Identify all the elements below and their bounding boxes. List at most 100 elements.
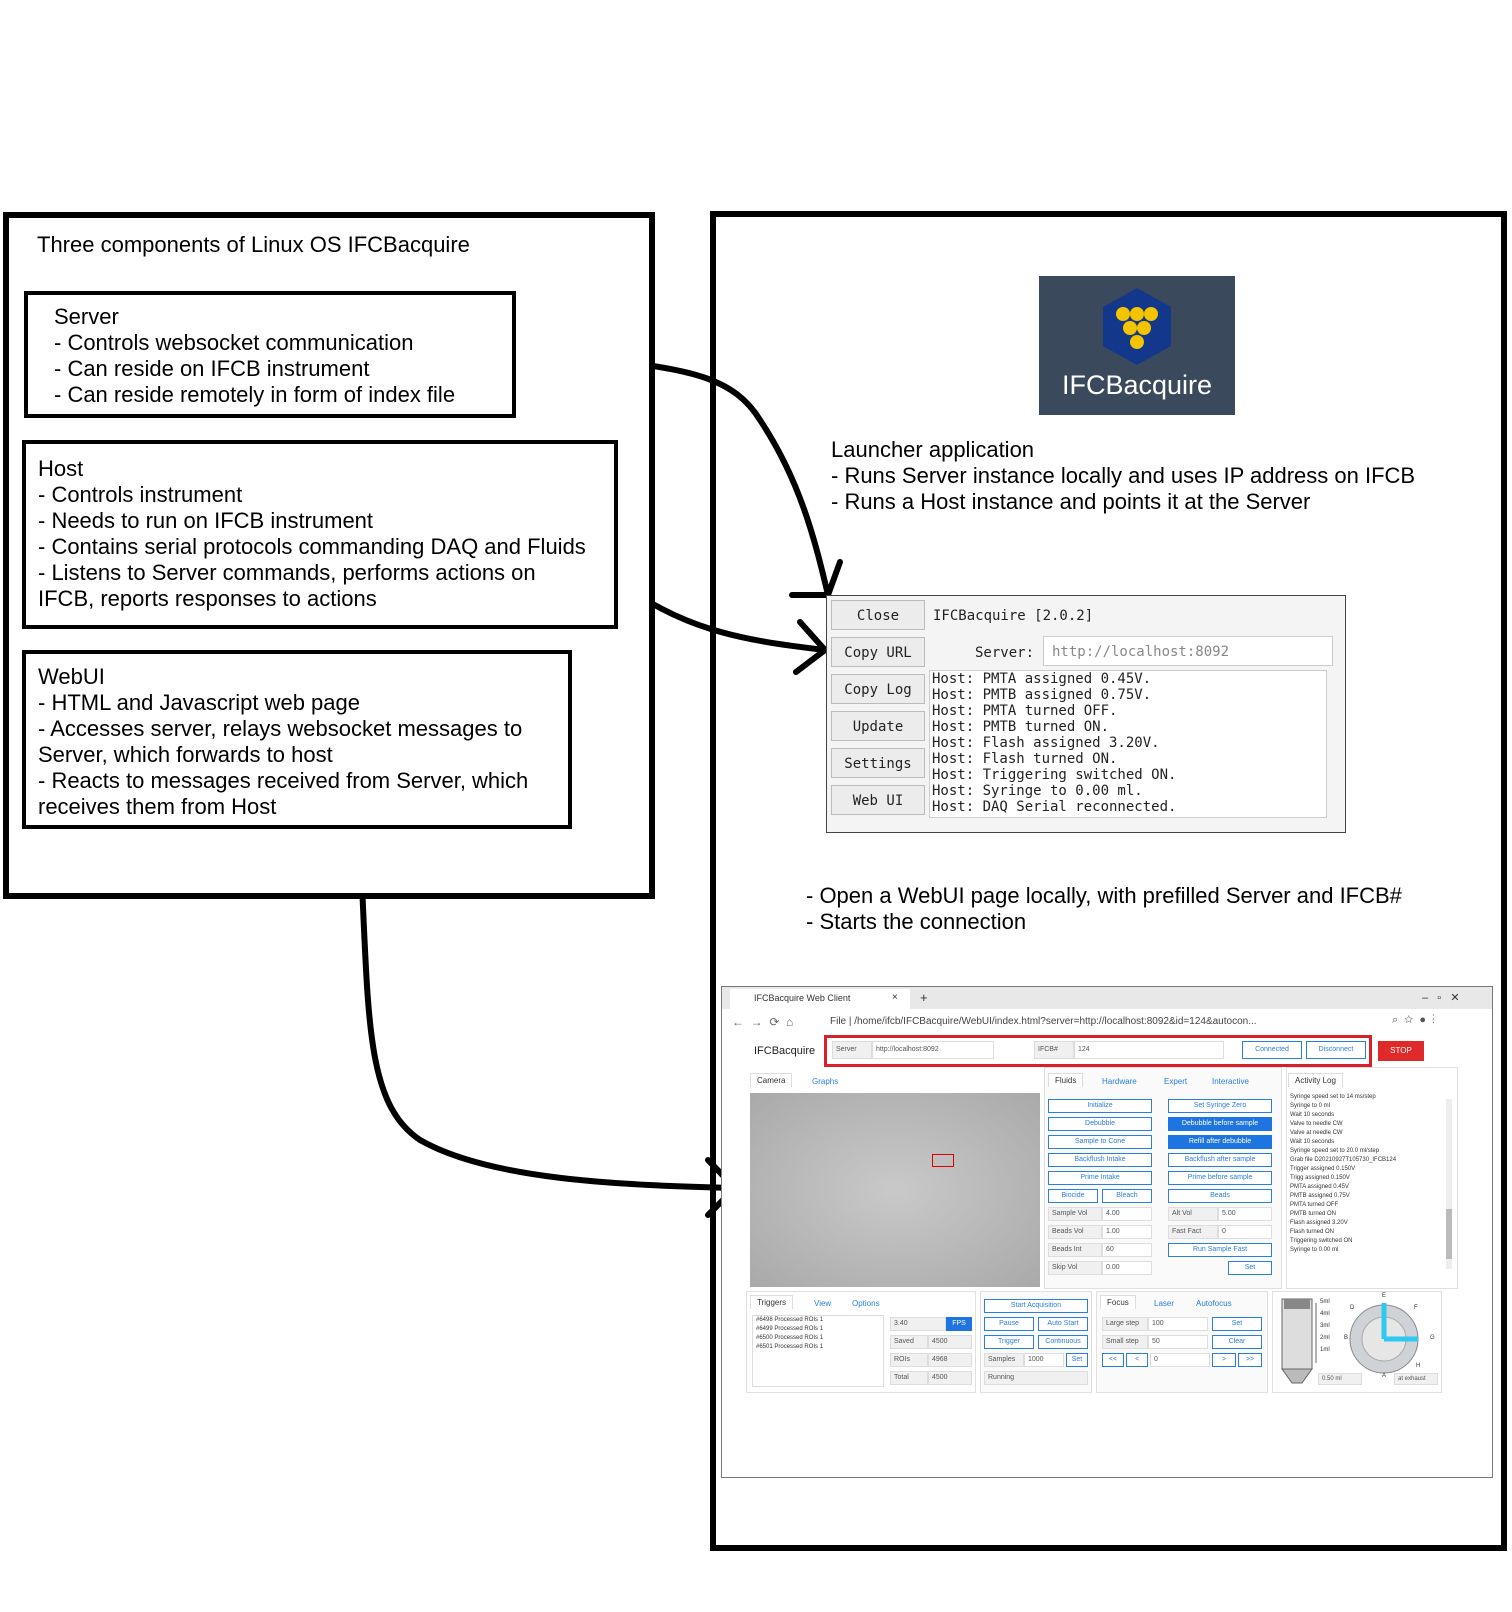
prime-intake-button[interactable]: Prime Intake	[1048, 1171, 1152, 1185]
initialize-button[interactable]: Initialize	[1048, 1099, 1152, 1113]
auto-start-button[interactable]: Auto Start	[1038, 1317, 1088, 1331]
focus-forward-button[interactable]: >	[1212, 1353, 1236, 1367]
alt-vol-input[interactable]: 5.00	[1218, 1207, 1272, 1221]
connected-button[interactable]: Connected	[1242, 1041, 1302, 1059]
tab-close-icon[interactable]: ×	[892, 992, 898, 1003]
bleach-button[interactable]: Bleach	[1102, 1189, 1152, 1203]
nav-arrows-icon[interactable]: ← → ⟳ ⌂	[732, 1015, 793, 1029]
fps-button[interactable]: FPS	[946, 1317, 972, 1331]
tab-camera[interactable]: Camera	[750, 1073, 793, 1087]
host-item: - Controls instrument	[38, 482, 243, 507]
address-bar[interactable]: File | /home/ifcb/IFCBacquire/WebUI/inde…	[830, 1014, 1390, 1030]
samples-set-button[interactable]: Set	[1066, 1353, 1088, 1367]
syringe-scale-label: 3ml	[1320, 1323, 1330, 1329]
small-step-input[interactable]: 50	[1148, 1335, 1208, 1349]
activity-scrollbar[interactable]	[1446, 1099, 1452, 1269]
tab-interactive[interactable]: Interactive	[1212, 1077, 1249, 1086]
ifcb-input[interactable]: 124	[1074, 1041, 1224, 1059]
log-line: Host: Triggering switched ON.	[932, 767, 1177, 783]
backflush-after-sample-toggle[interactable]: Backflush after sample	[1168, 1153, 1272, 1167]
disconnect-button[interactable]: Disconnect	[1306, 1041, 1366, 1059]
server-label-field: Server	[832, 1041, 872, 1059]
prime-before-sample-toggle[interactable]: Prime before sample	[1168, 1171, 1272, 1185]
trigger-row: #6498 Processed ROIs 1	[756, 1317, 824, 1323]
tab-activity-log[interactable]: Activity Log	[1288, 1073, 1343, 1087]
activity-line: Valve at needle CW	[1290, 1130, 1343, 1136]
stop-button[interactable]: STOP	[1378, 1041, 1424, 1061]
fast-fact-input[interactable]: 0	[1218, 1225, 1272, 1239]
activity-log: Syringe speed set to 14 ms/step Syringe …	[1290, 1093, 1442, 1283]
samples-label: Samples	[984, 1353, 1024, 1367]
tab-triggers[interactable]: Triggers	[750, 1295, 794, 1309]
clear-button[interactable]: Clear	[1212, 1335, 1262, 1349]
set-syringe-zero-button[interactable]: Set Syringe Zero	[1168, 1099, 1272, 1113]
close-button[interactable]: Close	[831, 600, 925, 630]
update-button[interactable]: Update	[831, 711, 925, 741]
focus-back-fast-button[interactable]: <<	[1102, 1353, 1124, 1367]
sample-to-cone-button[interactable]: Sample to Cone	[1048, 1135, 1152, 1149]
activity-line: Flash turned ON	[1290, 1229, 1335, 1235]
server-url-field[interactable]: http://localhost:8092	[1043, 636, 1333, 666]
tab-options[interactable]: Options	[852, 1299, 880, 1308]
debubble-before-sample-toggle[interactable]: Debubble before sample	[1168, 1117, 1272, 1131]
tab-laser[interactable]: Laser	[1154, 1299, 1174, 1308]
syringe-scale-label: 1ml	[1320, 1347, 1330, 1353]
skip-vol-input[interactable]: 0.00	[1102, 1261, 1152, 1275]
focus-forward-fast-button[interactable]: >>	[1238, 1353, 1262, 1367]
backflush-intake-button[interactable]: Backflush Intake	[1048, 1153, 1152, 1167]
fluids-set-button[interactable]: Set	[1228, 1261, 1272, 1275]
continuous-button[interactable]: Continuous	[1038, 1335, 1088, 1349]
valve-letter: B	[1344, 1335, 1349, 1341]
refill-after-debubble-toggle[interactable]: Refill after debubble	[1168, 1135, 1272, 1149]
activity-line: Wait 10 seconds	[1290, 1139, 1335, 1145]
beads-int-input[interactable]: 60	[1102, 1243, 1152, 1257]
tab-expert[interactable]: Expert	[1164, 1077, 1187, 1086]
trigger-button[interactable]: Trigger	[984, 1335, 1034, 1349]
valve-letter: E	[1382, 1293, 1387, 1299]
tab-fluids[interactable]: Fluids	[1048, 1073, 1084, 1087]
saved-value: 4500	[928, 1335, 972, 1349]
server-input[interactable]: http://localhost:8092	[872, 1041, 994, 1059]
valve-letter: D	[1350, 1305, 1355, 1311]
copy-url-button[interactable]: Copy URL	[831, 637, 925, 667]
server-box: Server - Controls websocket communicatio…	[24, 291, 516, 418]
large-step-label: Large step	[1102, 1317, 1148, 1331]
window-controls-icon[interactable]: – ▫ ✕	[1422, 991, 1460, 1004]
activity-line: Grab file D20210927T105730_IFCB124	[1290, 1157, 1397, 1163]
run-sample-fast-button[interactable]: Run Sample Fast	[1168, 1243, 1272, 1257]
samples-input[interactable]: 1000	[1024, 1353, 1064, 1367]
beads-vol-input[interactable]: 1.00	[1102, 1225, 1152, 1239]
launcher-desc-line: Launcher application	[831, 437, 1035, 462]
host-heading: Host	[38, 456, 84, 481]
server-item: - Can reside remotely in form of index f…	[54, 382, 456, 407]
trigger-row: #6499 Processed ROIs 1	[756, 1326, 824, 1332]
web-ui-button[interactable]: Web UI	[831, 785, 925, 815]
activity-line: Syringe to 0 ml	[1290, 1103, 1331, 1109]
tab-focus[interactable]: Focus	[1100, 1295, 1136, 1309]
biocide-button[interactable]: Biocide	[1048, 1189, 1098, 1203]
valve-letter: H	[1416, 1363, 1421, 1369]
tab-hardware[interactable]: Hardware	[1102, 1077, 1137, 1086]
log-line: Host: PMTA assigned 0.45V.	[932, 671, 1152, 687]
small-step-label: Small step	[1102, 1335, 1148, 1349]
sample-vol-input[interactable]: 4.00	[1102, 1207, 1152, 1221]
settings-button[interactable]: Settings	[831, 748, 925, 778]
large-step-input[interactable]: 100	[1148, 1317, 1208, 1331]
alt-vol-label: Alt Vol	[1168, 1207, 1218, 1221]
webui-item: receives them from Host	[38, 794, 277, 819]
pause-button[interactable]: Pause	[984, 1317, 1034, 1331]
focus-back-button[interactable]: <	[1126, 1353, 1148, 1367]
beads-button[interactable]: Beads	[1168, 1189, 1272, 1203]
host-box: Host - Controls instrument - Needs to ru…	[22, 440, 618, 629]
copy-log-button[interactable]: Copy Log	[831, 674, 925, 704]
tab-view[interactable]: View	[814, 1299, 831, 1308]
browser-menu-icons[interactable]: ⌕ ☆ ● ⋮	[1392, 1014, 1435, 1027]
tab-autofocus[interactable]: Autofocus	[1196, 1299, 1232, 1308]
tab-graphs[interactable]: Graphs	[812, 1077, 838, 1086]
start-acquisition-button[interactable]: Start Acquisition	[984, 1299, 1088, 1313]
new-tab-icon[interactable]: +	[920, 990, 928, 1005]
debubble-button[interactable]: Debubble	[1048, 1117, 1152, 1131]
server-label: Server:	[975, 645, 1035, 661]
large-step-set-button[interactable]: Set	[1212, 1317, 1262, 1331]
browser-tab-title[interactable]: IFCBacquire Web Client	[754, 993, 850, 1003]
